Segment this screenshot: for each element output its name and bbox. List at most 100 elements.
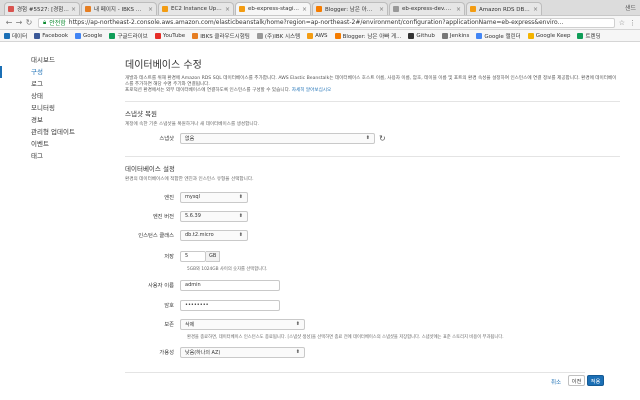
- tab-label: Amazon RDS DB 인스...: [479, 7, 531, 13]
- tab-favicon-icon: [470, 6, 476, 12]
- page-title: 데이터베이스 수정: [125, 60, 202, 71]
- profile-label[interactable]: 샌드: [625, 3, 636, 12]
- password-input[interactable]: ••••••••: [180, 299, 280, 311]
- browser-tab[interactable]: 경험 #5527: [경험] 분만×: [4, 2, 80, 15]
- divider: [125, 100, 620, 102]
- refresh-icon[interactable]: ↻: [379, 134, 386, 143]
- snapshot-section-subtitle: 계정에 속한 기존 스냅샷을 복원하거나 새 데이터베이스를 생성합니다.: [125, 121, 260, 127]
- main-content: 데이터베이스 수정 개발과 테스트를 위해 환경에 Amazon RDS SQL…: [125, 42, 620, 386]
- bookmark-item[interactable]: 트렌딩: [577, 32, 601, 40]
- bookmark-item[interactable]: 구글드라이브: [109, 32, 148, 40]
- browser-tab[interactable]: Amazon RDS DB 인스...×: [466, 2, 542, 15]
- bookmark-item[interactable]: Facebook: [34, 32, 68, 39]
- reload-icon[interactable]: ↻: [24, 18, 34, 27]
- bookmark-item[interactable]: Google 캘린더: [476, 32, 521, 40]
- sidebar-item[interactable]: 태그: [0, 150, 100, 162]
- tab-close-icon[interactable]: ×: [456, 6, 461, 13]
- divider: [125, 155, 620, 157]
- bookmark-favicon-icon: [476, 32, 483, 39]
- bookmark-item[interactable]: IBKS 클라우드시험팀: [192, 32, 250, 40]
- tab-close-icon[interactable]: ×: [379, 6, 384, 13]
- bookmark-item[interactable]: 데이터: [4, 32, 27, 40]
- sidebar-item[interactable]: 이벤트: [0, 138, 100, 150]
- browser-tab[interactable]: eb-express-staging - ...×: [235, 2, 311, 15]
- chevron-down-icon: ⬍: [295, 321, 300, 328]
- previous-button[interactable]: 이전: [568, 375, 585, 386]
- bookmark-item[interactable]: Google Keep: [527, 32, 570, 39]
- sidebar-item[interactable]: 모니터링: [0, 102, 100, 114]
- url-text: https://ap-northeast-2.console.aws.amazo…: [68, 19, 564, 26]
- menu-icon[interactable]: ⋮: [629, 19, 636, 27]
- tab-close-icon[interactable]: ×: [533, 6, 538, 13]
- username-input[interactable]: admin: [180, 279, 280, 291]
- bookmark-favicon-icon: [256, 32, 263, 39]
- chevron-down-icon: ⬍: [238, 194, 243, 201]
- apply-button[interactable]: 적용: [587, 375, 604, 386]
- username-label: 사용자 이름: [147, 283, 174, 290]
- bookmark-item[interactable]: Google: [75, 32, 103, 39]
- sidebar-item[interactable]: 상태: [0, 90, 100, 102]
- bookmark-label: AWS: [315, 32, 328, 39]
- bookmark-favicon-icon: [441, 32, 448, 39]
- snapshot-select[interactable]: 없음 ⬍: [180, 132, 375, 144]
- browser-tab-strip: 경험 #5527: [경험] 분만×내 페이지 - IBKS 플랫폼×EC2 I…: [0, 0, 640, 16]
- tab-close-icon[interactable]: ×: [71, 6, 76, 13]
- url-field[interactable]: 🔒︎ 안전함 https://ap-northeast-2.console.aw…: [38, 17, 615, 28]
- storage-input[interactable]: 5: [180, 250, 206, 262]
- bookmark-item[interactable]: Blogger: 남은 아빠 게...: [334, 32, 401, 40]
- footer-divider: [125, 372, 585, 373]
- browser-tab[interactable]: eb-express-dev.hurida...×: [389, 2, 465, 15]
- snapshot-select-value: 없음: [185, 135, 195, 142]
- bookmark-item[interactable]: YouTube: [154, 32, 185, 39]
- password-row: 암호 ••••••••: [125, 299, 280, 311]
- chevron-down-icon: ⬍: [238, 232, 243, 239]
- sidebar-item[interactable]: 경보: [0, 114, 100, 126]
- storage-unit: GB: [206, 250, 221, 262]
- tab-close-icon[interactable]: ×: [225, 6, 230, 13]
- sidebar-item[interactable]: 대시보드: [0, 54, 100, 66]
- retention-select[interactable]: 삭제 ⬍: [180, 318, 305, 330]
- learn-more-link[interactable]: 자세히 알아보십시오: [292, 88, 332, 93]
- bookmark-item[interactable]: Jenkins: [441, 32, 470, 39]
- sidebar-item[interactable]: 관리형 업데이트: [0, 126, 100, 138]
- snapshot-label: 스냅샷: [159, 136, 174, 143]
- bookmark-label: Google: [83, 32, 103, 39]
- browser-tab[interactable]: 내 페이지 - IBKS 플랫폼 ×: [81, 2, 157, 15]
- version-select[interactable]: 5.6.39 ⬍: [180, 210, 248, 222]
- bookmark-label: (주)IBK 시스템: [264, 33, 301, 40]
- back-icon[interactable]: ←: [4, 18, 14, 27]
- bookmark-favicon-icon: [34, 32, 41, 39]
- tab-close-icon[interactable]: ×: [148, 6, 153, 13]
- bookmark-item[interactable]: AWS: [307, 32, 328, 39]
- bookmark-label: Jenkins: [449, 32, 470, 39]
- engine-select[interactable]: mysql ⬍: [180, 191, 248, 203]
- cancel-button[interactable]: 취소: [551, 378, 561, 386]
- star-icon[interactable]: ☆: [619, 19, 625, 27]
- instance-class-select[interactable]: db.t2.micro ⬍: [180, 229, 248, 241]
- storage-row: 저장 5 GB: [125, 250, 221, 262]
- address-bar: ← → ↻ 🔒︎ 안전함 https://ap-northeast-2.cons…: [0, 16, 640, 30]
- availability-select[interactable]: 낮음(하나의 AZ) ⬍: [180, 346, 305, 358]
- retention-label: 보존: [164, 322, 174, 329]
- chevron-down-icon: ⬍: [365, 135, 370, 142]
- bookmark-label: 구글드라이브: [117, 33, 148, 40]
- browser-tab[interactable]: Blogger: 남은 아빠 게임...×: [312, 2, 388, 15]
- sidebar-item[interactable]: 구성: [0, 66, 100, 78]
- engine-select-value: mysql: [185, 194, 200, 201]
- retention-row: 보존 삭제 ⬍: [125, 318, 305, 330]
- retention-hint: 환경을 종료하면, 데이터베이스 인스턴스도 종료됩니다. [스냅샷 생성]을 …: [187, 334, 504, 340]
- bookmark-label: 데이터: [12, 33, 28, 40]
- availability-label: 가용성: [159, 350, 174, 357]
- sidebar-item[interactable]: 로그: [0, 78, 100, 90]
- bookmark-favicon-icon: [334, 32, 341, 39]
- password-label: 암호: [164, 303, 174, 310]
- bookmark-item[interactable]: (주)IBK 시스템: [256, 32, 301, 40]
- forward-icon[interactable]: →: [14, 18, 24, 27]
- chevron-down-icon: ⬍: [238, 213, 243, 220]
- tab-close-icon[interactable]: ×: [302, 6, 307, 13]
- bookmark-item[interactable]: Github: [408, 32, 435, 39]
- storage-label: 저장: [164, 254, 174, 261]
- bookmark-favicon-icon: [577, 32, 584, 39]
- bookmark-favicon-icon: [4, 32, 10, 39]
- browser-tab[interactable]: EC2 Instance Update ×: [158, 2, 234, 15]
